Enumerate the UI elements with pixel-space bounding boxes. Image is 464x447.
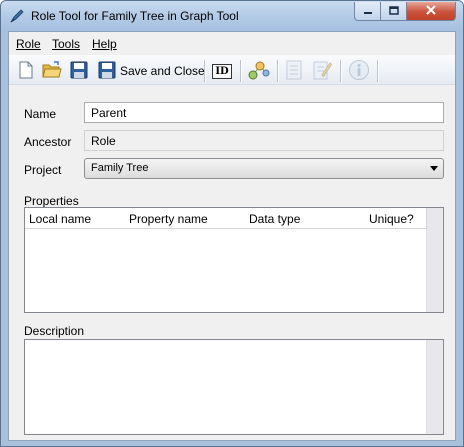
toolbar-separator [340, 60, 341, 82]
info-icon [348, 59, 370, 84]
maximize-icon [388, 4, 399, 18]
properties-table-header: Local name Property name Data type Uniqu… [25, 208, 443, 229]
menu-role-label: Role [16, 37, 41, 51]
toolbar-separator [240, 60, 241, 82]
id-button[interactable]: ID [212, 60, 232, 82]
menu-help-label: Help [92, 37, 117, 51]
close-button[interactable] [407, 2, 456, 21]
open-folder-icon [42, 60, 62, 82]
properties-vertical-scrollbar[interactable] [426, 229, 443, 312]
name-value: Parent [91, 106, 127, 120]
client-area: Role Tools Help Save and Close ID Name P… [8, 31, 456, 441]
minimize-button[interactable] [354, 2, 381, 21]
header-scroll-corner [426, 208, 443, 229]
menu-help[interactable]: Help [92, 37, 117, 51]
name-label: Name [24, 107, 57, 121]
floppy-disk-icon [70, 61, 88, 82]
menu-bar: Role Tools Help [9, 32, 455, 54]
new-button[interactable] [18, 60, 34, 82]
toolbar-separator [377, 60, 378, 82]
save-and-close-button[interactable]: Save and Close [98, 60, 205, 82]
document-icon [285, 60, 303, 83]
graph-nodes-icon [248, 60, 270, 83]
project-value: Family Tree [91, 162, 149, 174]
properties-table[interactable]: Local name Property name Data type Uniqu… [24, 207, 444, 313]
menu-role[interactable]: Role [16, 37, 41, 51]
description-textarea[interactable] [24, 339, 444, 435]
name-field[interactable]: Parent [84, 102, 444, 123]
floppy-disk-icon [98, 61, 116, 82]
properties-label: Properties [24, 194, 79, 208]
document-button[interactable] [285, 60, 303, 82]
application-window: Role Tool for Family Tree in Graph Tool … [0, 0, 464, 447]
toolbar-separator [277, 60, 278, 82]
info-button[interactable] [348, 59, 370, 84]
description-vertical-scrollbar[interactable] [426, 340, 443, 434]
chevron-down-icon [430, 166, 438, 171]
menu-tools[interactable]: Tools [52, 37, 80, 51]
new-document-icon [18, 61, 34, 82]
save-and-close-label: Save and Close [120, 64, 205, 78]
column-header-data-type[interactable]: Data type [249, 212, 300, 226]
column-header-unique[interactable]: Unique? [369, 212, 414, 226]
toolbar: Save and Close ID [9, 55, 455, 85]
ancestor-field: Role [84, 130, 444, 151]
project-label: Project [24, 163, 62, 177]
pen-icon [9, 8, 25, 24]
edit-document-button[interactable] [312, 60, 333, 83]
column-header-local-name[interactable]: Local name [29, 212, 91, 226]
column-header-property-name[interactable]: Property name [129, 212, 208, 226]
toolbar-separator [204, 60, 205, 82]
maximize-button[interactable] [381, 2, 407, 21]
title-bar[interactable]: Role Tool for Family Tree in Graph Tool [1, 1, 463, 31]
minimize-icon [363, 4, 373, 18]
id-label: ID [215, 65, 229, 77]
close-icon [425, 4, 437, 18]
open-button[interactable] [42, 60, 62, 82]
edit-document-icon [312, 60, 333, 83]
id-icon: ID [212, 63, 232, 79]
window-title: Role Tool for Family Tree in Graph Tool [31, 9, 239, 23]
project-dropdown[interactable]: Family Tree [84, 158, 444, 179]
save-button[interactable] [70, 60, 88, 82]
ancestor-label: Ancestor [24, 135, 72, 149]
graph-button[interactable] [248, 60, 270, 82]
ancestor-value: Role [91, 134, 116, 148]
description-label: Description [24, 324, 85, 338]
menu-tools-label: Tools [52, 37, 81, 51]
